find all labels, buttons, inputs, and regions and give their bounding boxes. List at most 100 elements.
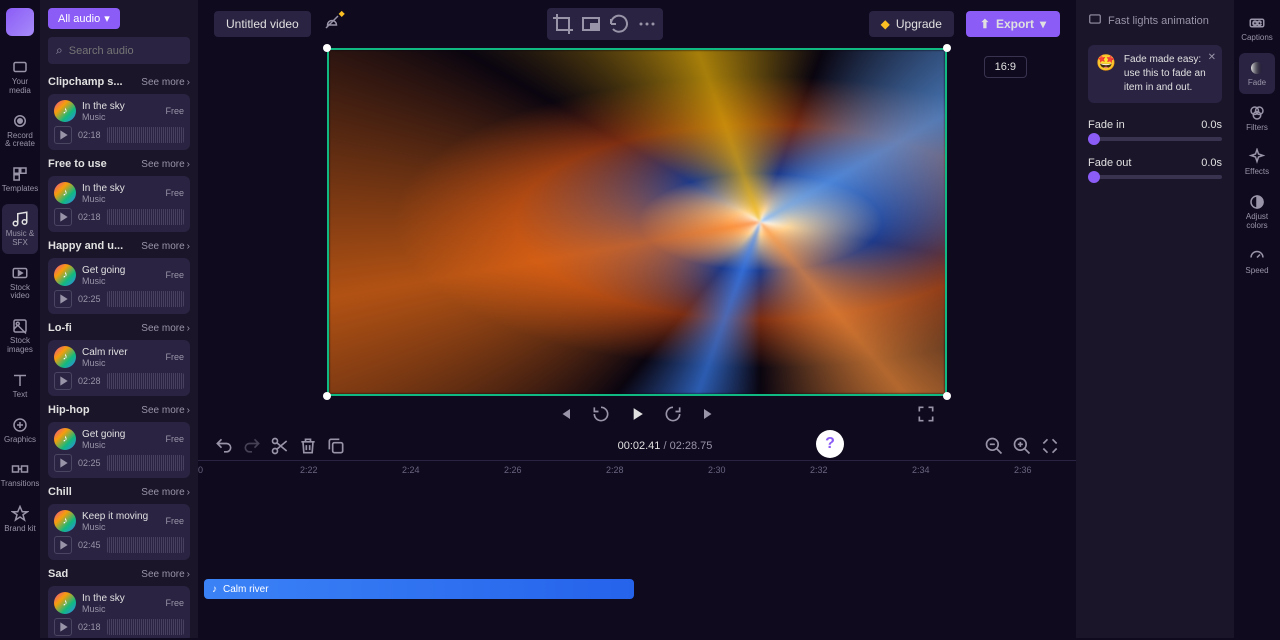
track-play-button[interactable] <box>54 290 72 308</box>
track-card[interactable]: Calm river Music Free 02:28 <box>48 340 190 396</box>
zoom-out-button[interactable] <box>984 436 1004 456</box>
text-icon <box>11 371 29 389</box>
crop-button[interactable] <box>551 12 575 36</box>
all-audio-chip[interactable]: All audio ▾ <box>48 8 120 29</box>
track-play-button[interactable] <box>54 618 72 636</box>
skip-end-button[interactable] <box>699 404 719 424</box>
resize-handle-tr[interactable] <box>943 44 951 52</box>
rotate-button[interactable] <box>607 12 631 36</box>
see-more-link[interactable]: See more › <box>141 241 190 252</box>
timecode: 00:02.41 / 02:28.75 <box>354 440 976 452</box>
timeline[interactable]: 02:222:242:262:282:302:322:342:36 ♪ Calm… <box>198 460 1076 640</box>
help-button[interactable]: ? <box>816 430 844 458</box>
track-play-button[interactable] <box>54 372 72 390</box>
track-title: Keep it moving <box>82 511 159 522</box>
fade-out-slider[interactable] <box>1088 175 1222 179</box>
right-panel: Fast lights animation 🤩 Fade made easy: … <box>1076 0 1234 638</box>
more-button[interactable] <box>635 12 659 36</box>
fade-in-value: 0.0s <box>1201 119 1222 131</box>
rail-music[interactable]: Music & SFX <box>2 204 38 254</box>
brand-kit-icon <box>11 505 29 523</box>
track-play-button[interactable] <box>54 536 72 554</box>
rail-filters[interactable]: Filters <box>1239 98 1275 139</box>
track-subtitle: Music <box>82 194 159 204</box>
chevron-right-icon: › <box>187 569 190 580</box>
track-play-button[interactable] <box>54 126 72 144</box>
rail-your-media[interactable]: Your media <box>2 52 38 102</box>
split-button[interactable] <box>270 436 290 456</box>
rail-graphics[interactable]: Graphics <box>2 410 38 451</box>
breadcrumb[interactable]: Fast lights animation <box>1088 12 1222 29</box>
rail-fade[interactable]: Fade <box>1239 53 1275 94</box>
track-card[interactable]: Keep it moving Music Free 02:45 <box>48 504 190 560</box>
resize-handle-tl[interactable] <box>323 44 331 52</box>
undo-button[interactable] <box>214 436 234 456</box>
fade-out-label: Fade out <box>1088 157 1131 169</box>
export-button[interactable]: ⬆ Export ▾ <box>966 11 1060 37</box>
rail-adjust-colors[interactable]: Adjust colors <box>1239 187 1275 237</box>
skip-start-button[interactable] <box>555 404 575 424</box>
timeline-ruler[interactable]: 02:222:242:262:282:302:322:342:36 <box>198 461 1076 481</box>
app-logo[interactable] <box>6 8 34 36</box>
pip-button[interactable] <box>579 12 603 36</box>
chevron-right-icon: › <box>187 159 190 170</box>
project-title[interactable]: Untitled video <box>214 11 311 37</box>
fade-icon <box>1248 59 1266 77</box>
fade-out-value: 0.0s <box>1201 157 1222 169</box>
see-more-link[interactable]: See more › <box>141 77 190 88</box>
transitions-icon <box>11 460 29 478</box>
track-title: In the sky <box>82 101 159 112</box>
rail-stock-video[interactable]: Stock video <box>2 258 38 308</box>
fade-in-slider[interactable] <box>1088 137 1222 141</box>
redo-button[interactable] <box>242 436 262 456</box>
rail-transitions[interactable]: Transitions <box>2 454 38 495</box>
forward-button[interactable] <box>663 404 683 424</box>
preview-canvas[interactable] <box>327 48 947 396</box>
see-more-link[interactable]: See more › <box>141 159 190 170</box>
slider-thumb[interactable] <box>1088 171 1100 183</box>
track-free-badge: Free <box>165 598 184 608</box>
track-card[interactable]: Get going Music Free 02:25 <box>48 422 190 478</box>
see-more-link[interactable]: See more › <box>141 569 190 580</box>
track-card[interactable]: In the sky Music Free 02:18 <box>48 586 190 638</box>
sync-icon[interactable]: ◆ <box>323 13 341 36</box>
track-waveform <box>107 455 184 471</box>
track-play-button[interactable] <box>54 454 72 472</box>
search-audio-box[interactable]: ⌕ <box>48 37 190 64</box>
rail-record[interactable]: Record & create <box>2 106 38 156</box>
search-audio-input[interactable] <box>69 45 198 57</box>
rail-captions[interactable]: CC Captions <box>1239 8 1275 49</box>
zoom-in-button[interactable] <box>1012 436 1032 456</box>
track-card[interactable]: In the sky Music Free 02:18 <box>48 94 190 150</box>
delete-button[interactable] <box>298 436 318 456</box>
preview-container[interactable]: 16:9 <box>327 48 947 396</box>
stock-video-icon <box>11 264 29 282</box>
zoom-fit-button[interactable] <box>1040 436 1060 456</box>
adjust-icon <box>1248 193 1266 211</box>
duplicate-button[interactable] <box>326 436 346 456</box>
track-card[interactable]: Get going Music Free 02:25 <box>48 258 190 314</box>
close-tip-button[interactable]: ✕ <box>1208 51 1216 65</box>
track-thumbnail <box>54 592 76 614</box>
rail-text[interactable]: Text <box>2 365 38 406</box>
tracks-area[interactable]: ♪ Calm river <box>198 481 1076 640</box>
track-play-button[interactable] <box>54 208 72 226</box>
see-more-link[interactable]: See more › <box>141 405 190 416</box>
fullscreen-button[interactable] <box>916 404 936 424</box>
play-button[interactable] <box>627 404 647 424</box>
rail-templates[interactable]: Templates <box>2 159 38 200</box>
see-more-link[interactable]: See more › <box>141 487 190 498</box>
rail-speed[interactable]: Speed <box>1239 241 1275 282</box>
audio-clip[interactable]: ♪ Calm river <box>204 579 634 599</box>
rewind-button[interactable] <box>591 404 611 424</box>
upgrade-button[interactable]: ◆ Upgrade <box>869 11 954 37</box>
rail-brand-kit[interactable]: Brand kit <box>2 499 38 540</box>
track-duration: 02:18 <box>78 212 101 222</box>
track-card[interactable]: In the sky Music Free 02:18 <box>48 176 190 232</box>
aspect-ratio-button[interactable]: 16:9 <box>984 56 1027 78</box>
rail-effects[interactable]: Effects <box>1239 142 1275 183</box>
see-more-link[interactable]: See more › <box>141 323 190 334</box>
track-title: Calm river <box>82 347 159 358</box>
slider-thumb[interactable] <box>1088 133 1100 145</box>
rail-stock-images[interactable]: Stock images <box>2 311 38 361</box>
